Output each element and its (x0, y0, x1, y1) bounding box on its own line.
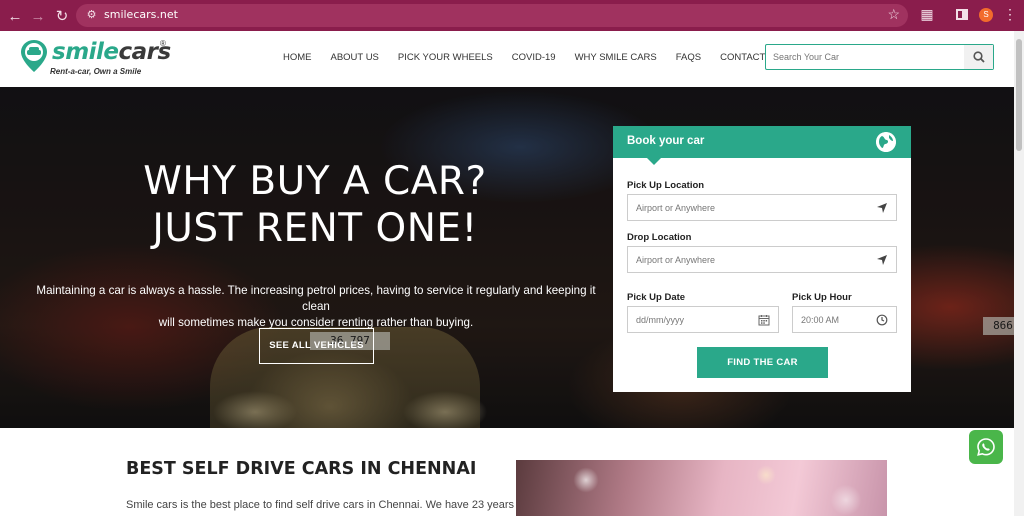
address-bar[interactable]: ⚙ smilecars.net ☆ (76, 4, 908, 27)
bookmark-star-icon[interactable]: ☆ (887, 6, 900, 23)
hero-title: WHY BUY A CAR? JUST RENT ONE! (143, 159, 487, 251)
logo-tagline: Rent-a-car, Own a Smile (50, 67, 142, 76)
drop-location-field[interactable]: Airport or Anywhere (627, 246, 897, 273)
forward-icon[interactable]: → (27, 5, 49, 27)
booking-header: Book your car (613, 126, 911, 165)
car-search (765, 44, 994, 70)
browser-menu-icon[interactable]: ⋮ (1003, 6, 1017, 23)
pickup-location-placeholder: Airport or Anywhere (636, 203, 716, 213)
section-image (516, 460, 887, 516)
search-button[interactable] (964, 45, 993, 69)
browser-toolbar: ← → ↻ ⚙ smilecars.net ☆ ▦ S ⋮ (0, 0, 1024, 31)
section-title: BEST SELF DRIVE CARS IN CHENNAI (126, 459, 477, 479)
url-text[interactable]: smilecars.net (104, 8, 178, 21)
find-the-car-button[interactable]: FIND THE CAR (697, 347, 828, 378)
drop-location-label: Drop Location (627, 232, 692, 243)
section-text: Smile cars is the best place to find sel… (126, 499, 515, 511)
location-arrow-icon (877, 255, 887, 265)
pickup-date-placeholder: dd/mm/yyyy (636, 315, 685, 325)
site-info-icon[interactable]: ⚙ (84, 8, 99, 23)
car-pin-icon (21, 40, 47, 72)
profile-avatar[interactable]: S (979, 8, 993, 22)
logo-wordmark: smilecars (52, 39, 171, 65)
pickup-date-field[interactable]: dd/mm/yyyy (627, 306, 779, 333)
drop-location-placeholder: Airport or Anywhere (636, 255, 716, 265)
main-nav: HOME ABOUT US PICK YOUR WHEELS COVID-19 … (283, 52, 800, 63)
site-header: smilecars ® Rent-a-car, Own a Smile HOME… (0, 31, 1014, 87)
nav-why-smile-cars[interactable]: WHY SMILE CARS (575, 52, 657, 63)
see-all-vehicles-button[interactable]: SEE ALL VEHICLES (259, 328, 374, 364)
whatsapp-button[interactable] (969, 430, 1003, 464)
booking-form: Book your car Pick Up Location Airport o… (613, 126, 911, 392)
page-scrollbar[interactable] (1014, 31, 1024, 516)
globe-icon (876, 132, 896, 152)
location-arrow-icon (877, 203, 887, 213)
side-panel-icon[interactable] (953, 6, 971, 24)
car-search-input[interactable] (766, 45, 964, 69)
search-icon (972, 51, 985, 63)
extensions-icon[interactable]: ▦ (918, 6, 936, 24)
nav-about-us[interactable]: ABOUT US (331, 52, 379, 63)
pickup-location-field[interactable]: Airport or Anywhere (627, 194, 897, 221)
clock-icon[interactable] (876, 314, 888, 326)
reload-icon[interactable]: ↻ (51, 5, 73, 27)
pickup-location-label: Pick Up Location (627, 180, 705, 191)
back-icon[interactable]: ← (4, 5, 26, 27)
nav-home[interactable]: HOME (283, 52, 312, 63)
site-logo[interactable]: smilecars ® Rent-a-car, Own a Smile (18, 36, 178, 82)
whatsapp-icon (977, 438, 995, 456)
registered-mark: ® (160, 39, 166, 48)
nav-faqs[interactable]: FAQS (676, 52, 701, 63)
nav-covid-19[interactable]: COVID-19 (512, 52, 556, 63)
nav-pick-your-wheels[interactable]: PICK YOUR WHEELS (398, 52, 493, 63)
pickup-hour-field[interactable]: 20:00 AM (792, 306, 897, 333)
hero-description: Maintaining a car is always a hassle. Th… (36, 284, 596, 329)
pickup-hour-value: 20:00 AM (801, 315, 840, 325)
scrollbar-thumb[interactable] (1016, 39, 1022, 151)
calendar-icon[interactable] (758, 314, 770, 326)
booking-title: Book your car (627, 135, 705, 147)
pickup-date-label: Pick Up Date (627, 292, 686, 303)
pickup-hour-label: Pick Up Hour (792, 292, 852, 303)
